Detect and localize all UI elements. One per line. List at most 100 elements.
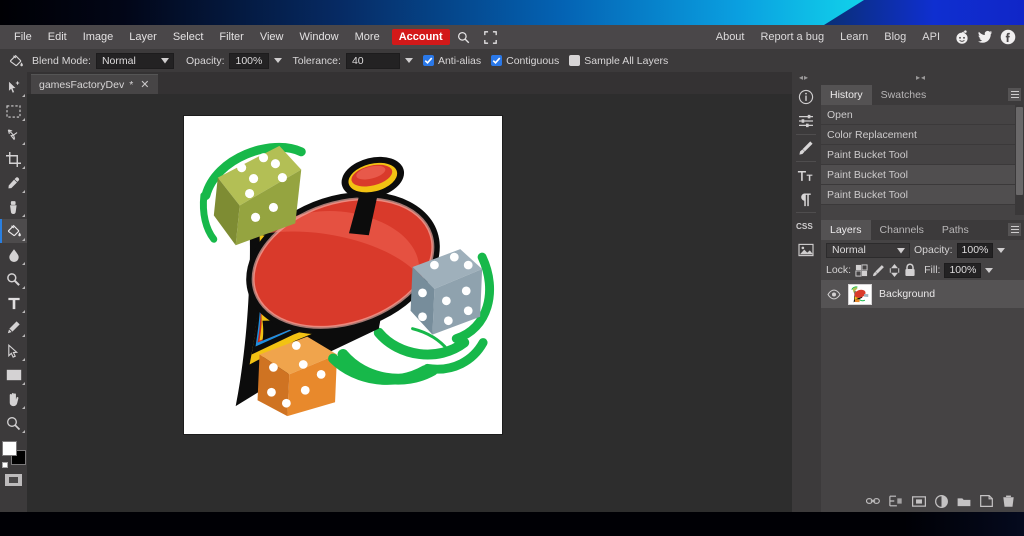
new-group-icon[interactable] — [957, 496, 971, 507]
character-icon[interactable] — [792, 163, 819, 187]
facebook-icon[interactable] — [1000, 29, 1016, 45]
color-swatches[interactable] — [1, 441, 26, 468]
menu-image[interactable]: Image — [75, 29, 122, 45]
reddit-icon[interactable] — [954, 29, 970, 45]
blur-tool[interactable] — [0, 243, 27, 267]
paint-bucket-tool[interactable] — [0, 219, 27, 243]
history-scroll-thumb[interactable] — [1016, 107, 1023, 195]
history-item[interactable]: Color Replacement — [821, 125, 1024, 145]
history-item[interactable]: Paint Bucket Tool — [821, 145, 1024, 165]
image-icon[interactable] — [792, 238, 819, 262]
fullscreen-icon[interactable] — [477, 30, 504, 44]
document-tab[interactable]: gamesFactoryDev * ✕ — [31, 74, 158, 94]
brush-icon[interactable] — [792, 136, 819, 160]
tolerance-input[interactable]: 40 — [345, 52, 400, 69]
menu-select[interactable]: Select — [165, 29, 212, 45]
layer-visibility-icon[interactable] — [827, 289, 841, 300]
lasso-tool[interactable] — [0, 123, 27, 147]
move-tool[interactable] — [0, 75, 27, 99]
lock-paint-icon[interactable] — [872, 264, 885, 277]
menu-blog[interactable]: Blog — [877, 29, 913, 45]
dodge-tool[interactable] — [0, 267, 27, 291]
paint-bucket-icon[interactable] — [5, 53, 27, 69]
layer-style-icon[interactable] — [889, 495, 903, 507]
menu-learn[interactable]: Learn — [833, 29, 875, 45]
default-colors-icon[interactable] — [1, 462, 8, 468]
account-button[interactable]: Account — [391, 29, 450, 45]
css-icon[interactable]: CSS — [792, 214, 819, 238]
paragraph-icon[interactable] — [792, 187, 819, 211]
history-item[interactable]: Paint Bucket Tool — [821, 185, 1024, 205]
opacity-stepper-icon[interactable] — [274, 58, 283, 63]
lock-move-icon[interactable] — [889, 263, 900, 277]
spot-healing-brush-tool[interactable] — [0, 195, 27, 219]
path-select-tool[interactable] — [0, 339, 27, 363]
collapse-dock-left-icon[interactable]: ◂▸ — [799, 73, 809, 82]
history-panel-tabs: History Swatches — [821, 85, 1024, 105]
anti-alias-checkbox[interactable]: Anti-alias — [422, 54, 482, 67]
panel-menu-icon[interactable] — [1008, 223, 1021, 236]
layer-fill-stepper-icon[interactable] — [985, 267, 994, 273]
menu-filter[interactable]: Filter — [211, 29, 251, 45]
contiguous-checkbox[interactable]: Contiguous — [491, 55, 559, 67]
tolerance-stepper-icon[interactable] — [404, 58, 413, 63]
layer-fill-input[interactable]: 100% — [944, 262, 982, 278]
type-tool[interactable] — [0, 291, 27, 315]
collapse-dock-right-icon[interactable]: ▸◂ — [916, 73, 926, 82]
history-item[interactable]: Paint Bucket Tool — [821, 165, 1024, 185]
menu-view[interactable]: View — [252, 29, 292, 45]
menu-more[interactable]: More — [347, 29, 388, 45]
layers-scrollbar[interactable] — [1015, 308, 1024, 488]
panel-menu-icon[interactable] — [1008, 88, 1021, 101]
info-icon[interactable] — [792, 85, 819, 109]
add-mask-icon[interactable] — [912, 495, 926, 507]
canvas[interactable] — [183, 115, 503, 435]
link-layers-icon[interactable] — [866, 496, 880, 506]
hand-tool[interactable] — [0, 387, 27, 411]
tab-swatches[interactable]: Swatches — [872, 85, 936, 105]
tab-history[interactable]: History — [821, 85, 872, 105]
search-icon[interactable] — [450, 31, 477, 44]
menu-api[interactable]: API — [915, 29, 947, 45]
delete-layer-icon[interactable] — [1002, 495, 1015, 508]
tool-flyout-indicator — [22, 238, 25, 241]
close-icon[interactable]: ✕ — [138, 78, 151, 91]
editor-window: File Edit Image Layer Select Filter View… — [0, 25, 1024, 512]
blend-mode-select[interactable]: Normal — [95, 52, 174, 69]
menu-layer[interactable]: Layer — [121, 29, 165, 45]
menu-report-a-bug[interactable]: Report a bug — [753, 29, 831, 45]
anti-alias-label: Anti-alias — [437, 54, 482, 67]
crop-tool[interactable] — [0, 147, 27, 171]
pen-tool[interactable] — [0, 315, 27, 339]
menu-window[interactable]: Window — [292, 29, 347, 45]
eyedropper-tool[interactable] — [0, 171, 27, 195]
layers-panel-tabs: Layers Channels Paths — [821, 220, 1024, 240]
contiguous-label: Contiguous — [506, 54, 560, 67]
layer-row-background[interactable]: Background — [821, 280, 1024, 308]
layer-blend-mode-select[interactable]: Normal — [826, 242, 910, 258]
lock-all-icon[interactable] — [904, 263, 916, 277]
history-scrollbar[interactable] — [1015, 105, 1024, 215]
menu-edit[interactable]: Edit — [40, 29, 75, 45]
opacity-input[interactable]: 100% — [229, 52, 270, 69]
history-item[interactable]: Open — [821, 105, 1024, 125]
foreground-color-swatch[interactable] — [1, 441, 17, 456]
adjustments-icon[interactable] — [792, 109, 819, 133]
adjustment-layer-icon[interactable] — [935, 494, 948, 508]
tab-channels[interactable]: Channels — [871, 220, 933, 240]
layer-opacity-input[interactable]: 100% — [956, 242, 994, 258]
new-layer-icon[interactable] — [980, 495, 993, 507]
twitter-icon[interactable] — [977, 29, 993, 45]
lock-transparency-icon[interactable] — [855, 263, 868, 277]
tab-paths[interactable]: Paths — [933, 220, 978, 240]
shape-tool[interactable] — [0, 363, 27, 387]
tab-layers[interactable]: Layers — [821, 220, 871, 240]
menu-bar-right: About Report a bug Learn Blog API — [709, 25, 1016, 49]
menu-file[interactable]: File — [6, 29, 40, 45]
sample-all-layers-checkbox[interactable]: Sample All Layers — [569, 55, 668, 67]
rectangular-marquee-tool[interactable] — [0, 99, 27, 123]
zoom-tool[interactable] — [0, 411, 27, 435]
menu-about[interactable]: About — [709, 29, 752, 45]
layer-opacity-stepper-icon[interactable] — [997, 247, 1006, 253]
quick-mask-toggle[interactable] — [5, 474, 22, 486]
